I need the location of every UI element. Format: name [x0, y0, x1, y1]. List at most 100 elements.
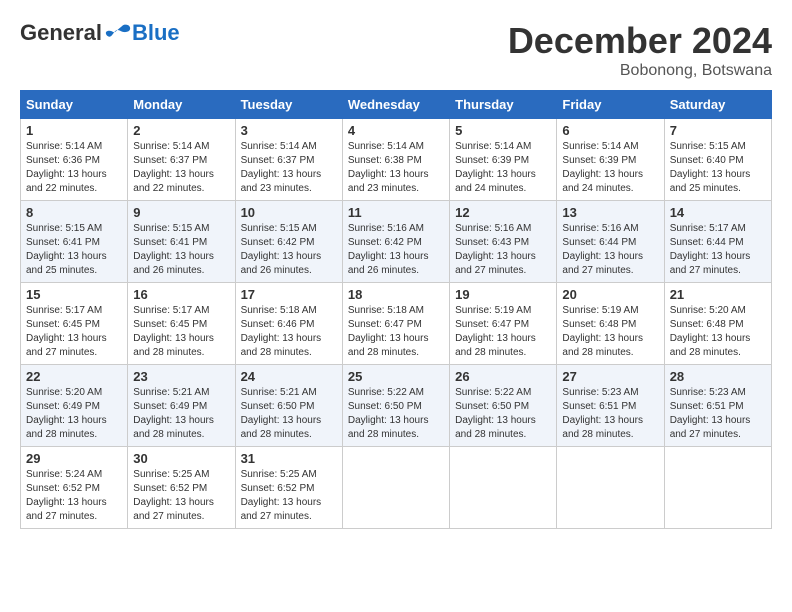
- day-info: Sunrise: 5:24 AMSunset: 6:52 PMDaylight:…: [26, 468, 122, 524]
- day-info: Sunrise: 5:18 AMSunset: 6:47 PMDaylight:…: [348, 304, 444, 360]
- calendar-cell: 17 Sunrise: 5:18 AMSunset: 6:46 PMDayligh…: [235, 283, 342, 365]
- title-block: December 2024 Bobonong, Botswana: [508, 20, 772, 80]
- month-title: December 2024: [508, 20, 772, 62]
- day-info: Sunrise: 5:20 AMSunset: 6:48 PMDaylight:…: [670, 304, 766, 360]
- header-row: SundayMondayTuesdayWednesdayThursdayFrid…: [21, 91, 772, 119]
- day-info: Sunrise: 5:21 AMSunset: 6:50 PMDaylight:…: [241, 386, 337, 442]
- day-info: Sunrise: 5:15 AMSunset: 6:41 PMDaylight:…: [26, 222, 122, 278]
- weekday-header: Saturday: [664, 91, 771, 119]
- day-info: Sunrise: 5:25 AMSunset: 6:52 PMDaylight:…: [241, 468, 337, 524]
- day-number: 1: [26, 123, 122, 138]
- day-info: Sunrise: 5:15 AMSunset: 6:40 PMDaylight:…: [670, 140, 766, 196]
- day-number: 8: [26, 205, 122, 220]
- day-number: 16: [133, 287, 229, 302]
- calendar-cell: 23Sunrise: 5:21 AMSunset: 6:49 PMDayligh…: [128, 365, 235, 447]
- day-number: 19: [455, 287, 551, 302]
- day-number: 9: [133, 205, 229, 220]
- day-info: Sunrise: 5:22 AMSunset: 6:50 PMDaylight:…: [348, 386, 444, 442]
- logo-bird-icon: [104, 23, 132, 43]
- calendar-cell: 30 Sunrise: 5:25 AMSunset: 6:52 PMDayligh…: [128, 447, 235, 529]
- day-number: 26: [455, 369, 551, 384]
- day-number: 6: [562, 123, 658, 138]
- calendar-cell: 31 Sunrise: 5:25 AMSunset: 6:52 PMDayligh…: [235, 447, 342, 529]
- day-info: Sunrise: 5:15 AMSunset: 6:42 PMDaylight:…: [241, 222, 337, 278]
- day-number: 22: [26, 369, 122, 384]
- calendar-cell: 27Sunrise: 5:23 AMSunset: 6:51 PMDayligh…: [557, 365, 664, 447]
- calendar-cell: 16Sunrise: 5:17 AMSunset: 6:45 PMDayligh…: [128, 283, 235, 365]
- location: Bobonong, Botswana: [508, 62, 772, 80]
- day-info: Sunrise: 5:14 AMSunset: 6:37 PMDaylight:…: [241, 140, 337, 196]
- calendar-cell: 9Sunrise: 5:15 AMSunset: 6:41 PMDaylight…: [128, 201, 235, 283]
- calendar-cell: 3 Sunrise: 5:14 AMSunset: 6:37 PMDaylight…: [235, 119, 342, 201]
- day-info: Sunrise: 5:25 AMSunset: 6:52 PMDaylight:…: [133, 468, 229, 524]
- day-info: Sunrise: 5:14 AMSunset: 6:39 PMDaylight:…: [562, 140, 658, 196]
- calendar-cell: 11 Sunrise: 5:16 AMSunset: 6:42 PMDayligh…: [342, 201, 449, 283]
- day-number: 29: [26, 451, 122, 466]
- page-header: General Blue December 2024 Bobonong, Bot…: [20, 20, 772, 80]
- calendar-cell: 1 Sunrise: 5:14 AMSunset: 6:36 PMDaylight…: [21, 119, 128, 201]
- calendar-cell: 20 Sunrise: 5:19 AMSunset: 6:48 PMDayligh…: [557, 283, 664, 365]
- day-info: Sunrise: 5:19 AMSunset: 6:48 PMDaylight:…: [562, 304, 658, 360]
- logo: General Blue: [20, 20, 180, 46]
- calendar-cell: 22 Sunrise: 5:20 AMSunset: 6:49 PMDayligh…: [21, 365, 128, 447]
- calendar-cell: 2 Sunrise: 5:14 AMSunset: 6:37 PMDaylight…: [128, 119, 235, 201]
- day-info: Sunrise: 5:14 AMSunset: 6:39 PMDaylight:…: [455, 140, 551, 196]
- calendar-cell: 8 Sunrise: 5:15 AMSunset: 6:41 PMDaylight…: [21, 201, 128, 283]
- weekday-header: Sunday: [21, 91, 128, 119]
- day-number: 5: [455, 123, 551, 138]
- day-info: Sunrise: 5:17 AMSunset: 6:45 PMDaylight:…: [26, 304, 122, 360]
- calendar-cell: 29 Sunrise: 5:24 AMSunset: 6:52 PMDayligh…: [21, 447, 128, 529]
- day-number: 25: [348, 369, 444, 384]
- day-number: 3: [241, 123, 337, 138]
- day-number: 17: [241, 287, 337, 302]
- calendar-cell: [664, 447, 771, 529]
- calendar-cell: 24Sunrise: 5:21 AMSunset: 6:50 PMDayligh…: [235, 365, 342, 447]
- day-info: Sunrise: 5:14 AMSunset: 6:37 PMDaylight:…: [133, 140, 229, 196]
- day-number: 2: [133, 123, 229, 138]
- day-info: Sunrise: 5:22 AMSunset: 6:50 PMDaylight:…: [455, 386, 551, 442]
- weekday-header: Thursday: [450, 91, 557, 119]
- calendar-cell: [557, 447, 664, 529]
- day-number: 15: [26, 287, 122, 302]
- day-number: 12: [455, 205, 551, 220]
- calendar-cell: 5 Sunrise: 5:14 AMSunset: 6:39 PMDaylight…: [450, 119, 557, 201]
- calendar-cell: 14Sunrise: 5:17 AMSunset: 6:44 PMDayligh…: [664, 201, 771, 283]
- logo-blue: Blue: [132, 20, 180, 46]
- day-number: 18: [348, 287, 444, 302]
- calendar-cell: [342, 447, 449, 529]
- calendar-cell: 13 Sunrise: 5:16 AMSunset: 6:44 PMDayligh…: [557, 201, 664, 283]
- calendar-week-row: 29 Sunrise: 5:24 AMSunset: 6:52 PMDayligh…: [21, 447, 772, 529]
- day-number: 13: [562, 205, 658, 220]
- calendar-table: SundayMondayTuesdayWednesdayThursdayFrid…: [20, 90, 772, 529]
- calendar-cell: [450, 447, 557, 529]
- day-number: 11: [348, 205, 444, 220]
- day-number: 23: [133, 369, 229, 384]
- day-info: Sunrise: 5:14 AMSunset: 6:36 PMDaylight:…: [26, 140, 122, 196]
- calendar-week-row: 8 Sunrise: 5:15 AMSunset: 6:41 PMDaylight…: [21, 201, 772, 283]
- day-info: Sunrise: 5:16 AMSunset: 6:42 PMDaylight:…: [348, 222, 444, 278]
- calendar-cell: 6 Sunrise: 5:14 AMSunset: 6:39 PMDaylight…: [557, 119, 664, 201]
- day-number: 4: [348, 123, 444, 138]
- day-number: 20: [562, 287, 658, 302]
- day-info: Sunrise: 5:19 AMSunset: 6:47 PMDaylight:…: [455, 304, 551, 360]
- calendar-cell: 26 Sunrise: 5:22 AMSunset: 6:50 PMDayligh…: [450, 365, 557, 447]
- calendar-cell: 4 Sunrise: 5:14 AMSunset: 6:38 PMDaylight…: [342, 119, 449, 201]
- calendar-cell: 12 Sunrise: 5:16 AMSunset: 6:43 PMDayligh…: [450, 201, 557, 283]
- day-number: 7: [670, 123, 766, 138]
- calendar-cell: 28Sunrise: 5:23 AMSunset: 6:51 PMDayligh…: [664, 365, 771, 447]
- day-number: 31: [241, 451, 337, 466]
- calendar-cell: 15 Sunrise: 5:17 AMSunset: 6:45 PMDayligh…: [21, 283, 128, 365]
- calendar-cell: 7 Sunrise: 5:15 AMSunset: 6:40 PMDaylight…: [664, 119, 771, 201]
- day-info: Sunrise: 5:20 AMSunset: 6:49 PMDaylight:…: [26, 386, 122, 442]
- weekday-header: Wednesday: [342, 91, 449, 119]
- day-info: Sunrise: 5:18 AMSunset: 6:46 PMDaylight:…: [241, 304, 337, 360]
- calendar-week-row: 1 Sunrise: 5:14 AMSunset: 6:36 PMDaylight…: [21, 119, 772, 201]
- calendar-week-row: 15 Sunrise: 5:17 AMSunset: 6:45 PMDayligh…: [21, 283, 772, 365]
- calendar-cell: 10Sunrise: 5:15 AMSunset: 6:42 PMDayligh…: [235, 201, 342, 283]
- weekday-header: Monday: [128, 91, 235, 119]
- weekday-header: Friday: [557, 91, 664, 119]
- day-info: Sunrise: 5:14 AMSunset: 6:38 PMDaylight:…: [348, 140, 444, 196]
- day-info: Sunrise: 5:16 AMSunset: 6:44 PMDaylight:…: [562, 222, 658, 278]
- day-number: 30: [133, 451, 229, 466]
- day-info: Sunrise: 5:16 AMSunset: 6:43 PMDaylight:…: [455, 222, 551, 278]
